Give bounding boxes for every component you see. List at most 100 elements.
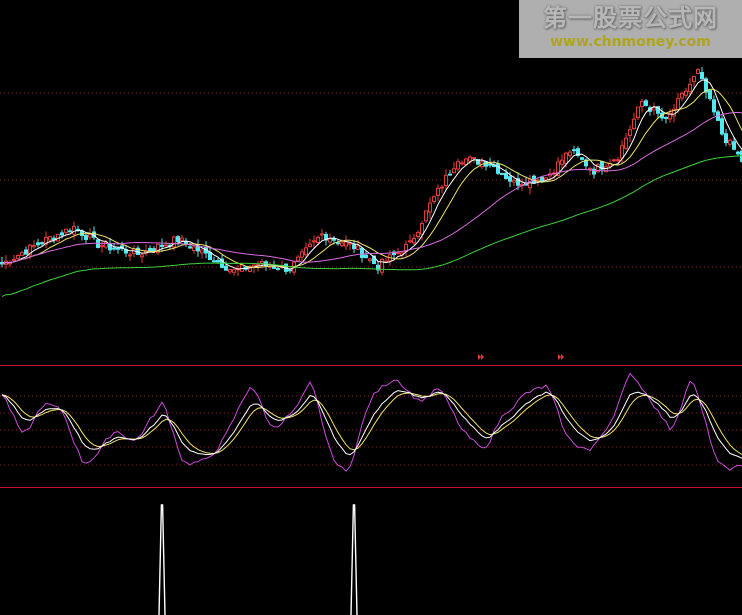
candle-body [172, 236, 176, 248]
candle-body [228, 269, 232, 273]
candle-body [580, 157, 584, 160]
candle-body [424, 210, 428, 222]
candle-body [432, 196, 436, 203]
candle-body [680, 92, 684, 99]
candle-body [696, 69, 700, 74]
candle-body [224, 265, 228, 271]
candle-body [140, 254, 144, 258]
candle-body [676, 98, 680, 111]
candle-body [152, 248, 156, 252]
candle-body [436, 187, 440, 197]
candle-body [588, 167, 592, 170]
candle-body [116, 247, 120, 250]
candle-body [624, 137, 628, 149]
candle-body [344, 241, 348, 247]
candle-body [336, 242, 340, 245]
candle-body [68, 230, 72, 233]
candle-body [60, 232, 64, 236]
candle-body [88, 234, 92, 238]
candle [720, 115, 724, 136]
candle-body [736, 151, 740, 155]
kline-chart [0, 0, 742, 615]
candle-body [620, 145, 624, 159]
candle-body [628, 129, 632, 136]
candle-body [12, 258, 16, 261]
candle-body [616, 159, 620, 162]
candle-body [212, 260, 216, 263]
candle-body [512, 179, 516, 183]
candle-body [272, 265, 276, 269]
candle-body [320, 233, 324, 236]
candle-body [288, 269, 292, 272]
candle-body [700, 72, 704, 80]
candle-body [456, 161, 460, 170]
candle-body [732, 141, 736, 150]
candle-body [572, 149, 576, 152]
candle-body [188, 246, 192, 249]
candle-body [464, 158, 468, 165]
candle [424, 210, 428, 223]
candle-body [728, 139, 732, 145]
watermark-logo: 第一股票公式网 www.chnmoney.com [519, 0, 742, 58]
candle-body [460, 162, 464, 165]
candle-body [160, 244, 164, 247]
candle [696, 68, 700, 75]
candle-body [444, 174, 448, 187]
candle-body [440, 186, 444, 189]
candle-body [560, 159, 564, 165]
candle-body [176, 236, 180, 243]
candle-body [568, 151, 572, 157]
candle-body [420, 223, 424, 235]
candle-body [260, 261, 264, 264]
candle-body [216, 260, 220, 263]
candle-body [300, 251, 304, 258]
candle-body [308, 243, 312, 248]
candle-body [128, 254, 132, 257]
watermark-url: www.chnmoney.com [550, 34, 711, 50]
candle-body [368, 258, 372, 262]
candle-body [164, 244, 168, 247]
candle-body [408, 240, 412, 243]
candle-body [112, 247, 116, 250]
candle-body [100, 245, 104, 248]
candle-body [180, 237, 184, 242]
candle-body [380, 258, 384, 273]
candle-body [632, 118, 636, 130]
candle-body [24, 249, 28, 255]
candle-body [452, 168, 456, 174]
candle-body [192, 246, 196, 252]
candle-body [16, 255, 20, 259]
candle-body [468, 156, 472, 162]
candle-body [348, 242, 352, 245]
candle [636, 106, 640, 121]
candle-body [148, 247, 152, 252]
candle-body [708, 90, 712, 100]
candle-body [692, 75, 696, 83]
candle-body [488, 163, 492, 166]
candle-body [508, 176, 512, 182]
candle-body [448, 173, 452, 176]
candle-body [208, 252, 212, 261]
candle-body [304, 247, 308, 256]
candle-body [340, 242, 344, 246]
candle-body [296, 256, 300, 262]
candle-body [316, 236, 320, 244]
candle-body [360, 247, 364, 258]
candle-body [724, 133, 728, 144]
candle-body [40, 242, 44, 245]
candle-body [396, 252, 400, 255]
candle-body [496, 163, 500, 174]
candle-body [200, 249, 204, 254]
candle-body [312, 240, 316, 243]
candle-body [356, 245, 360, 250]
candle-body [352, 244, 356, 250]
candle-body [36, 242, 40, 246]
candle-body [664, 117, 668, 120]
candle [596, 163, 600, 173]
candle-body [652, 107, 656, 111]
candle-body [256, 263, 260, 266]
candle-body [72, 225, 76, 235]
candle-body [612, 159, 616, 162]
candle-body [500, 172, 504, 175]
candle-body [504, 172, 508, 179]
